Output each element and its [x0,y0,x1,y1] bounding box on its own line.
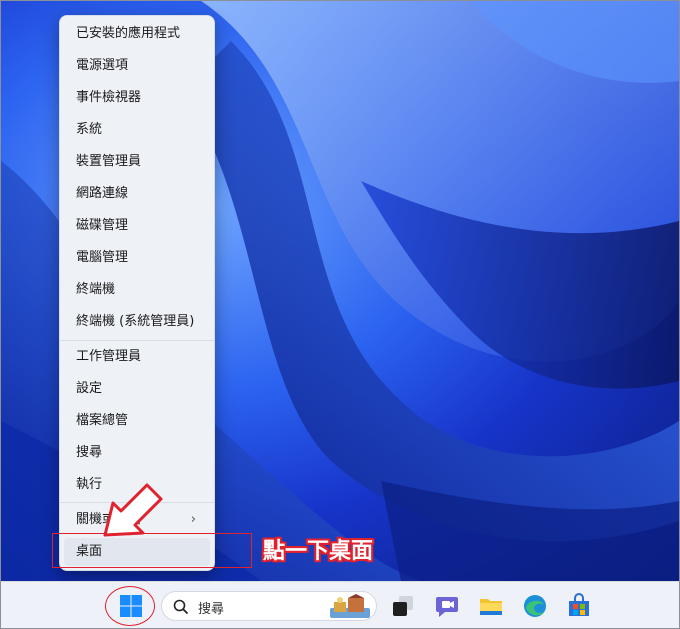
edge-browser-icon[interactable] [521,592,549,620]
menu-item-network-connections[interactable]: 網路連線 [64,180,210,208]
annotation-label: 點一下桌面 [263,539,374,564]
taskbar-search-box[interactable]: 搜尋 [161,591,377,621]
menu-item-device-manager[interactable]: 裝置管理員 [64,148,210,176]
windows-start-icon[interactable] [117,592,145,620]
menu-item-system[interactable]: 系統 [64,116,210,144]
search-label: 搜尋 [198,602,225,617]
microsoft-store-icon[interactable] [565,592,593,620]
search-icon [173,599,189,615]
menu-item-terminal-admin[interactable]: 終端機 (系統管理員) [64,308,210,336]
pointer-arrow-annotation [103,483,163,537]
menu-item-power-options[interactable]: 電源選項 [64,52,210,80]
menu-item-terminal[interactable]: 終端機 [64,276,210,304]
teams-chat-icon[interactable] [433,592,461,620]
file-explorer-icon[interactable] [477,592,505,620]
screenshot-frame: 已安裝的應用程式 電源選項 事件檢視器 系統 裝置管理員 網路連線 磁碟管理 電… [0,0,680,629]
menu-item-settings[interactable]: 設定 [64,375,210,403]
menu-item-task-manager[interactable]: 工作管理員 [64,343,210,371]
menu-item-event-viewer[interactable]: 事件檢視器 [64,84,210,112]
menu-item-installed-apps[interactable]: 已安裝的應用程式 [64,20,210,48]
menu-item-search[interactable]: 搜尋 [64,439,210,467]
menu-separator [60,340,214,341]
taskbar: 搜尋 [1,581,679,628]
chevron-right-icon: › [190,512,196,527]
search-highlight-illustration-icon [330,594,370,618]
menu-item-disk-management[interactable]: 磁碟管理 [64,212,210,240]
menu-item-computer-management[interactable]: 電腦管理 [64,244,210,272]
menu-item-file-explorer[interactable]: 檔案總管 [64,407,210,435]
task-view-icon[interactable] [389,592,417,620]
